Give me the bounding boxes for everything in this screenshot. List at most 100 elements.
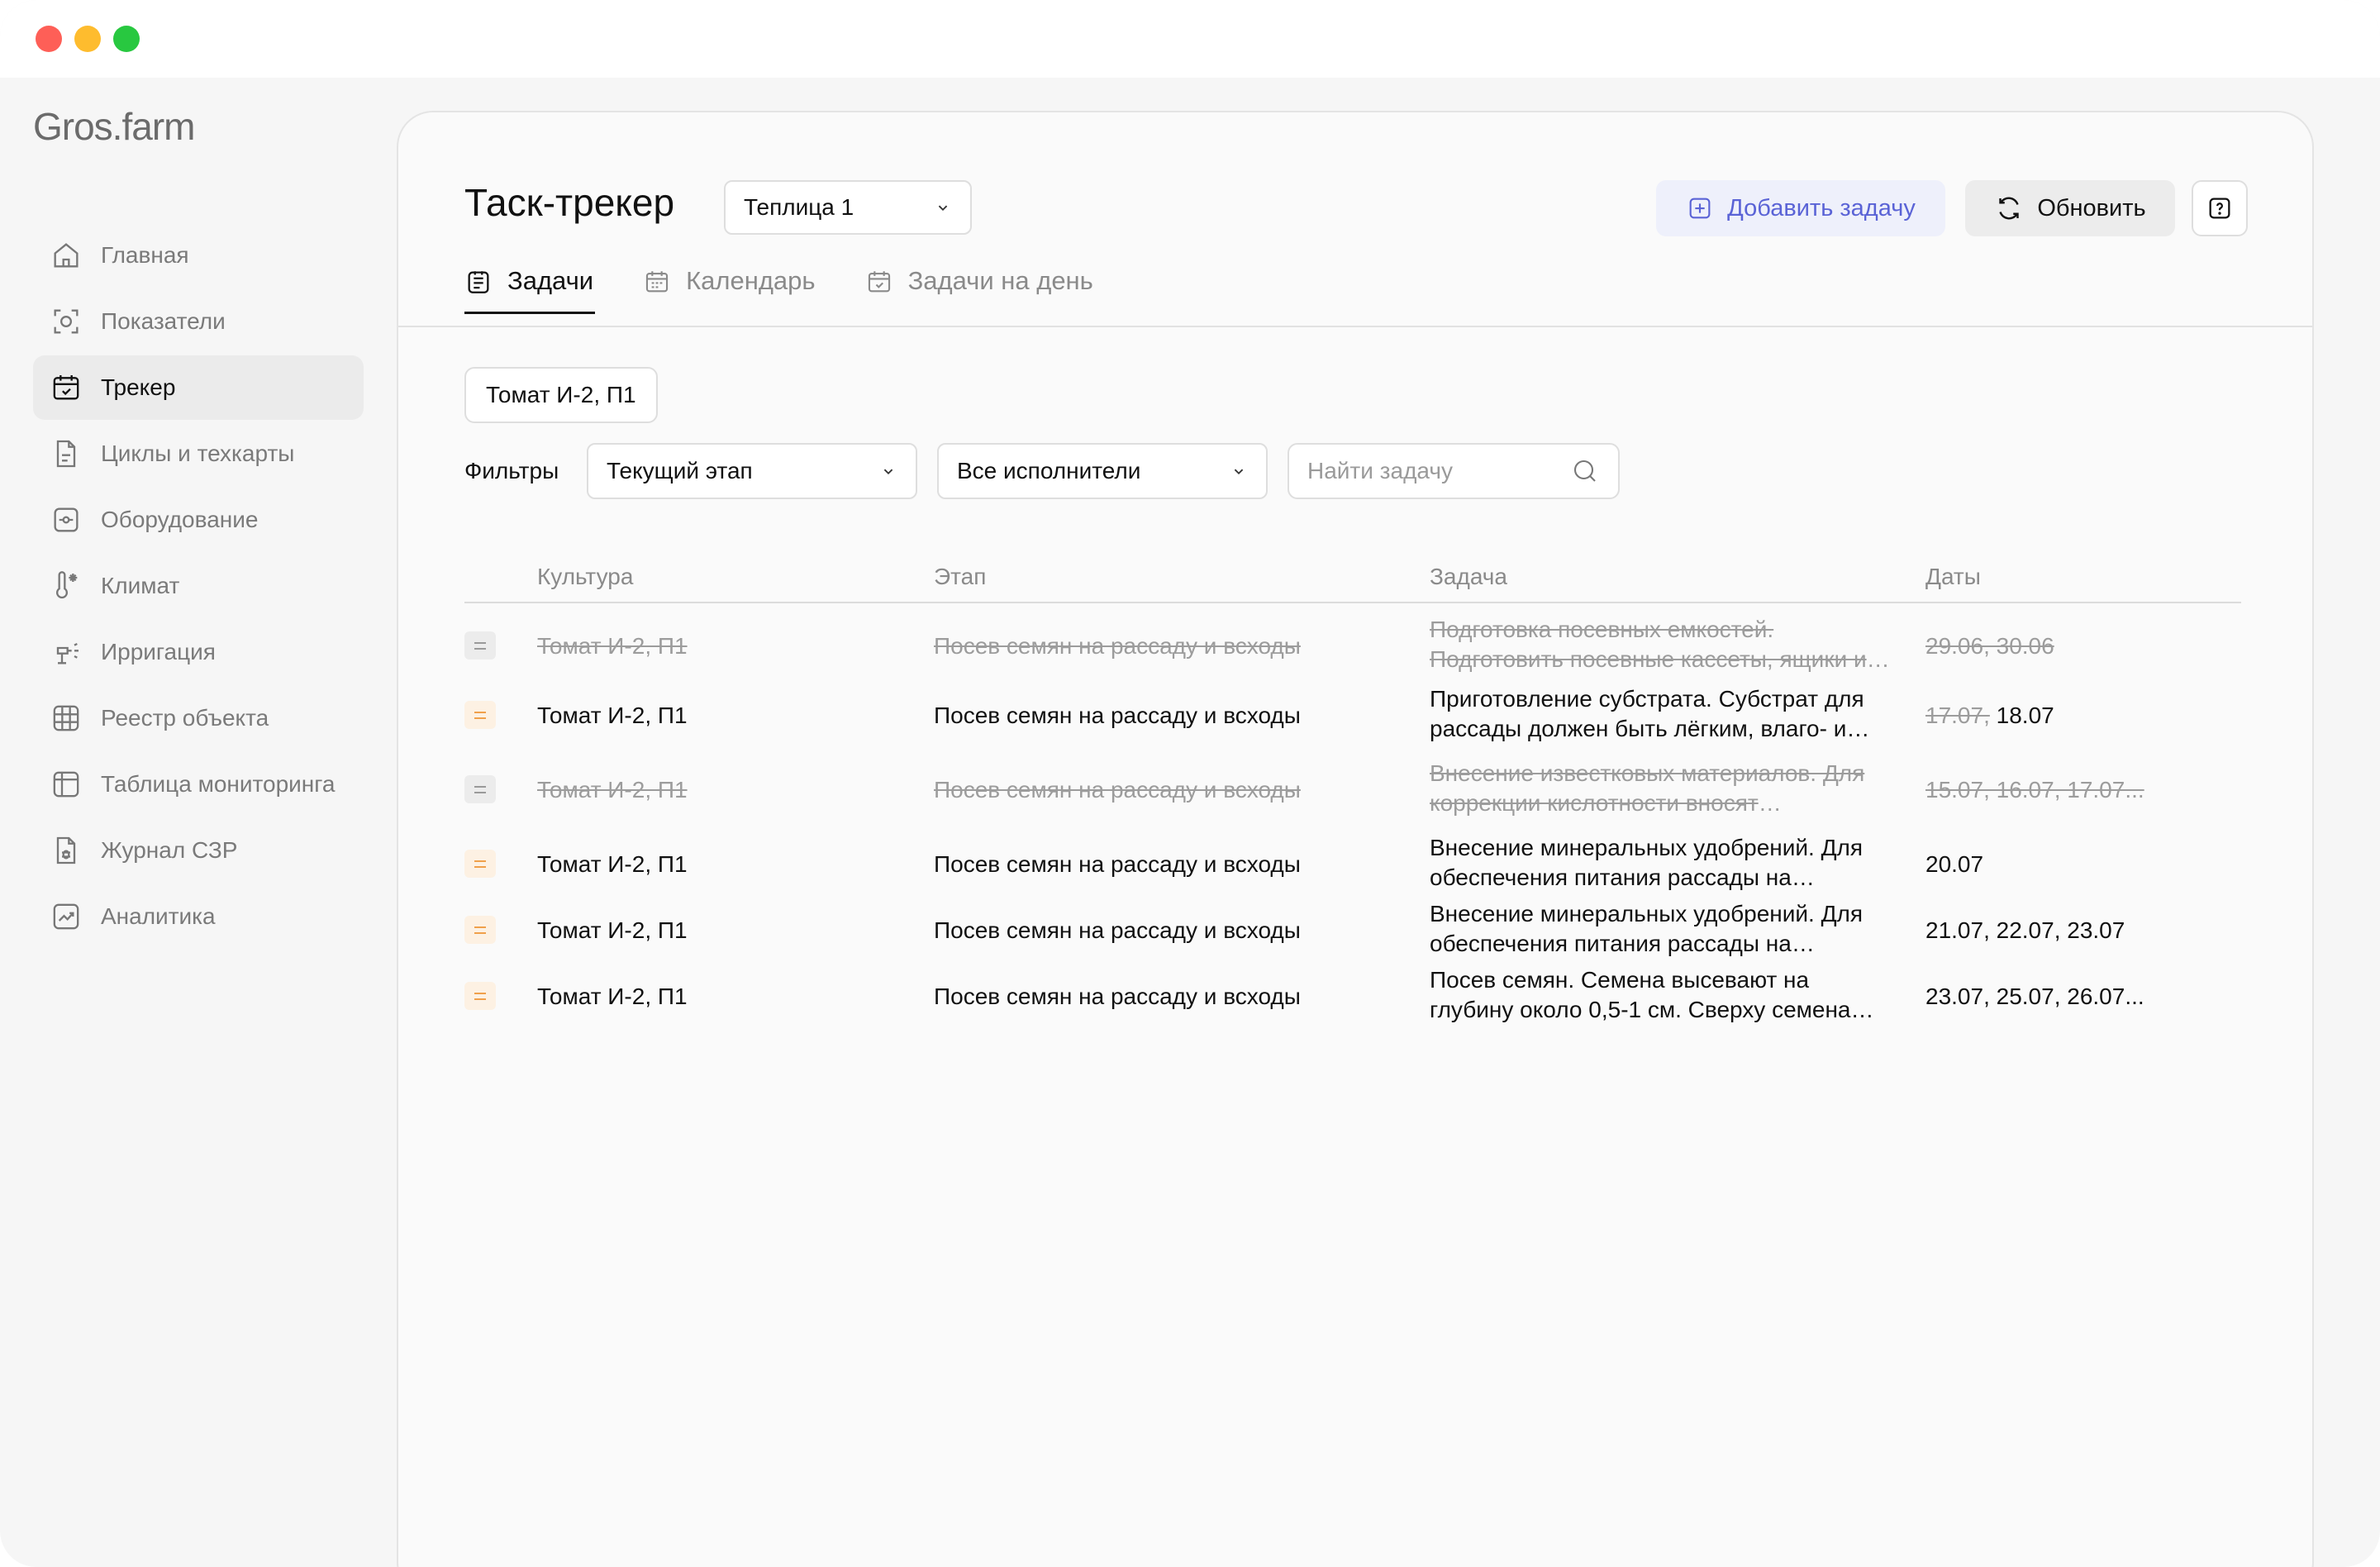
stage-filter-select[interactable]: Текущий этап: [587, 443, 917, 499]
row-dates: 20.07: [1925, 851, 1984, 877]
add-task-label: Добавить задачу: [1727, 194, 1916, 221]
task-search-input[interactable]: [1307, 458, 1555, 484]
row-culture: Томат И-2, П1: [537, 851, 688, 877]
row-task: Внесение минеральных удобрений. Для обес…: [1430, 901, 1864, 956]
sidebar-item-cycles[interactable]: Циклы и техкарты: [33, 422, 364, 486]
drag-handle-icon[interactable]: [464, 850, 496, 878]
row-stage: Посев семян на рассаду и всходы: [934, 984, 1301, 1009]
sidebar-item-metrics[interactable]: Показатели: [33, 289, 364, 354]
table-row[interactable]: Томат И-2, П1 Посев семян на рассаду и в…: [464, 893, 2241, 959]
row-dates-done: 17.07,: [1925, 703, 1990, 728]
sidebar-item-irrigation[interactable]: Ирригация: [33, 620, 364, 684]
row-culture: Томат И-2, П1: [537, 777, 688, 803]
drag-handle-icon[interactable]: [464, 631, 496, 660]
sidebar-item-journal[interactable]: Журнал СЗР: [33, 818, 364, 883]
refresh-button[interactable]: Обновить: [1965, 180, 2175, 236]
executors-filter-select[interactable]: Все исполнители: [937, 443, 1268, 499]
app-logo: Gros.farm: [33, 105, 195, 148]
calendar-icon: [645, 271, 669, 293]
drag-handle-icon[interactable]: [464, 775, 496, 803]
sidebar-item-tracker[interactable]: Трекер: [33, 355, 364, 420]
tabs: Задачи Календарь Задачи на день: [464, 266, 1143, 314]
greenhouse-select-value: Теплица 1: [744, 194, 854, 220]
row-task: Внесение минеральных удобрений. Для обес…: [1430, 835, 1864, 890]
drag-handle-icon[interactable]: [464, 701, 496, 729]
sidebar-item-equipment[interactable]: Оборудование: [33, 488, 364, 552]
row-stage: Посев семян на рассаду и всходы: [934, 633, 1301, 659]
help-button[interactable]: [2192, 180, 2248, 236]
close-window-button[interactable]: [36, 26, 62, 52]
row-dates: 29.06, 30.06: [1925, 633, 2054, 659]
question-icon: [2209, 198, 2230, 219]
chevron-down-icon: [883, 469, 893, 475]
table-row[interactable]: Томат И-2, П1 Посев семян на рассаду и в…: [464, 826, 2241, 893]
search-icon[interactable]: [1570, 456, 1600, 486]
clipboard-icon: [468, 271, 489, 293]
table-row[interactable]: Томат И-2, П1 Посев семян на рассаду и в…: [464, 959, 2241, 1025]
sidebar-item-label: Показатели: [101, 308, 226, 334]
culture-chip[interactable]: Томат И-2, П1: [464, 367, 658, 423]
sprinkler-icon: [50, 636, 83, 669]
tab-label: Календарь: [686, 266, 816, 295]
executors-filter-value: Все исполнители: [957, 458, 1141, 483]
sidebar-item-label: Климат: [101, 573, 180, 598]
minimize-window-button[interactable]: [74, 26, 101, 52]
row-task: Подготовка посевных емкостей. Подготовит…: [1430, 617, 1867, 672]
table-row[interactable]: Томат И-2, П1 Посев семян на рассаду и в…: [464, 752, 2241, 826]
add-task-button[interactable]: Добавить задачу: [1656, 180, 1945, 236]
sidebar-item-analytics[interactable]: Аналитика: [33, 884, 364, 949]
row-task: Приготовление субстрата. Субстрат для ра…: [1430, 686, 1864, 741]
column-header-stage: Этап: [934, 564, 987, 589]
home-icon: [50, 239, 83, 272]
refresh-icon: [1999, 197, 2020, 220]
column-header-task: Задача: [1430, 564, 1507, 589]
calendar-check-icon: [50, 371, 83, 404]
bug-document-icon: [50, 834, 83, 867]
filters-label: Фильтры: [464, 458, 559, 483]
chart-icon: [50, 900, 83, 933]
sidebar-item-label: Оборудование: [101, 507, 259, 532]
sidebar-item-label: Журнал СЗР: [101, 837, 238, 863]
sidebar-item-monitoring[interactable]: Таблица мониторинга: [33, 752, 364, 817]
title-bar: [0, 0, 2380, 78]
row-stage: Посев семян на рассаду и всходы: [934, 917, 1301, 943]
sidebar-item-label: Циклы и техкарты: [101, 441, 295, 466]
stage-filter-value: Текущий этап: [607, 458, 753, 483]
row-culture: Томат И-2, П1: [537, 703, 688, 728]
tab-calendar[interactable]: Календарь: [643, 266, 816, 314]
row-dates-cell: 17.07, 18.07: [1925, 701, 2054, 731]
plus-square-icon: [1689, 198, 1711, 219]
sidebar-item-label: Аналитика: [101, 903, 216, 929]
table-header: Культура Этап Задача Даты: [464, 550, 2241, 603]
row-stage: Посев семян на рассаду и всходы: [934, 851, 1301, 877]
row-stage: Посев семян на рассаду и всходы: [934, 777, 1301, 803]
table-icon: [50, 768, 83, 801]
sidebar-item-home[interactable]: Главная: [33, 223, 364, 288]
row-dates: 18.07: [1996, 703, 2054, 728]
row-culture: Томат И-2, П1: [537, 984, 688, 1009]
metrics-icon: [50, 305, 83, 338]
sidebar-item-climate[interactable]: Климат: [33, 554, 364, 618]
task-search-field[interactable]: [1288, 443, 1620, 499]
document-icon: [50, 437, 83, 470]
chevron-down-icon: [1234, 469, 1244, 475]
column-header-culture: Культура: [537, 564, 634, 589]
app-window: Gros.farm Главная Показатели Трекер Цикл…: [0, 0, 2380, 1567]
sidebar-item-label: Реестр объекта: [101, 705, 269, 731]
maximize-window-button[interactable]: [113, 26, 140, 52]
grid-icon: [50, 702, 83, 735]
equipment-icon: [50, 503, 83, 536]
drag-handle-icon[interactable]: [464, 982, 496, 1010]
sidebar-item-label: Главная: [101, 242, 189, 268]
tab-tasks[interactable]: Задачи: [464, 266, 596, 314]
drag-handle-icon[interactable]: [464, 916, 496, 944]
greenhouse-select[interactable]: Теплица 1: [724, 180, 972, 235]
tab-label: Задачи: [507, 266, 594, 295]
row-task: Внесение известковых материалов. Для кор…: [1430, 760, 1865, 816]
row-task: Посев семян. Семена высевают на глубину …: [1430, 967, 1851, 1022]
sidebar-item-label: Таблица мониторинга: [101, 771, 336, 797]
table-row[interactable]: Томат И-2, П1 Посев семян на рассаду и в…: [464, 603, 2241, 678]
sidebar-item-registry[interactable]: Реестр объекта: [33, 686, 364, 750]
tab-daily-tasks[interactable]: Задачи на день: [865, 266, 1093, 314]
table-row[interactable]: Томат И-2, П1 Посев семян на рассаду и в…: [464, 678, 2241, 752]
